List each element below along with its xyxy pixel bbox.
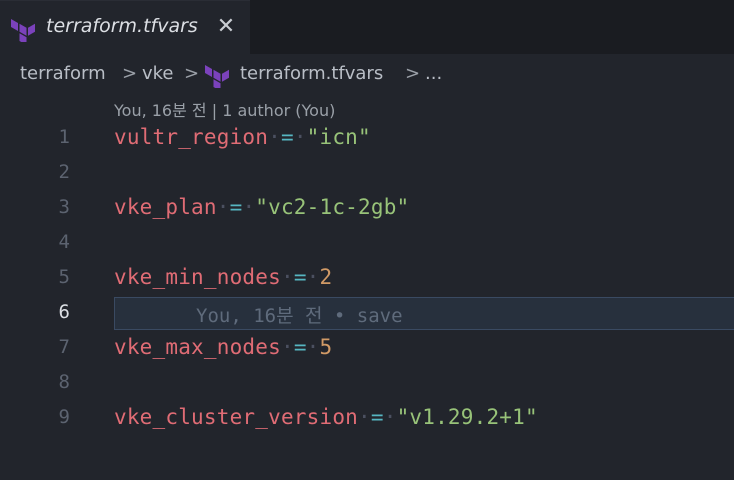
assign-operator: =	[293, 265, 307, 289]
tab-bar: terraform.tfvars ✕	[0, 0, 734, 54]
terraform-icon	[205, 65, 229, 88]
breadcrumb: terraform > vke > terraform.tfvars > ...	[0, 54, 734, 94]
code-line[interactable]: 2	[0, 157, 734, 192]
whitespace-marker: ·	[280, 335, 294, 359]
assign-operator: =	[229, 195, 243, 219]
code-line-current[interactable]: 6 You, 16분 전 • save	[0, 297, 734, 332]
code-line[interactable]: 4	[0, 227, 734, 262]
line-number: 4	[58, 231, 70, 253]
code-text: vke_max_nodes·=·5	[114, 335, 332, 359]
whitespace-marker: ·	[306, 335, 320, 359]
breadcrumb-item-terraform[interactable]: terraform	[20, 63, 106, 84]
line-number: 3	[58, 196, 70, 218]
number-value: 5	[319, 335, 333, 359]
variable-name: vke_plan	[114, 195, 217, 219]
inline-blame-annotation: You, 16분 전 • save	[196, 305, 403, 327]
close-icon[interactable]: ✕	[214, 14, 238, 40]
code-text: vultr_region·=·"icn"	[114, 125, 371, 149]
code-line[interactable]: 8	[0, 367, 734, 402]
line-number: 7	[58, 336, 70, 358]
whitespace-marker: ·	[383, 405, 397, 429]
number-value: 2	[319, 265, 333, 289]
whitespace-marker: ·	[293, 125, 307, 149]
whitespace-marker: ·	[306, 265, 320, 289]
line-number: 5	[58, 266, 70, 288]
code-line[interactable]: 9 vke_cluster_version·=·"v1.29.2+1"	[0, 402, 734, 437]
breadcrumb-separator: >	[122, 63, 138, 84]
assign-operator: =	[293, 335, 307, 359]
code-text: vke_cluster_version·=·"v1.29.2+1"	[114, 405, 538, 429]
line-number: 2	[58, 161, 70, 183]
line-number: 8	[58, 371, 70, 393]
variable-name: vke_cluster_version	[114, 405, 359, 429]
line-number: 1	[58, 126, 70, 148]
string-value: "icn"	[306, 125, 371, 149]
line-number: 9	[58, 406, 70, 428]
git-blame-codelens[interactable]: You, 16분 전 | 1 author (You)	[114, 97, 335, 121]
whitespace-marker: ·	[268, 125, 281, 149]
variable-name: vke_max_nodes	[114, 335, 281, 359]
code-text: vke_min_nodes·=·2	[114, 265, 332, 289]
breadcrumb-separator: >	[405, 63, 421, 84]
variable-name: vke_min_nodes	[114, 265, 281, 289]
whitespace-marker: ·	[358, 405, 371, 429]
variable-name: vultr_region	[114, 125, 269, 149]
breadcrumb-item-symbols[interactable]: ...	[425, 63, 442, 84]
tab-title: terraform.tfvars	[46, 15, 198, 37]
code-line[interactable]: 3 vke_plan·=·"vc2-1c-2gb"	[0, 192, 734, 227]
editor-tab-terraform-tfvars[interactable]: terraform.tfvars ✕	[0, 0, 250, 54]
string-value: "v1.29.2+1"	[396, 405, 538, 429]
whitespace-marker: ·	[280, 265, 294, 289]
code-line[interactable]: 5 vke_min_nodes·=·2	[0, 262, 734, 297]
code-line[interactable]: 1 vultr_region·=·"icn"	[0, 122, 734, 157]
string-value: "vc2-1c-2gb"	[255, 195, 410, 219]
line-number-active: 6	[58, 301, 70, 323]
breadcrumb-item-vke[interactable]: vke	[142, 63, 174, 84]
breadcrumb-separator: >	[184, 63, 200, 84]
terraform-icon	[11, 19, 35, 42]
code-text: vke_plan·=·"vc2-1c-2gb"	[114, 195, 409, 219]
whitespace-marker: ·	[216, 195, 230, 219]
whitespace-marker: ·	[242, 195, 256, 219]
breadcrumb-item-file[interactable]: terraform.tfvars	[240, 63, 383, 84]
assign-operator: =	[370, 405, 384, 429]
code-line[interactable]: 7 vke_max_nodes·=·5	[0, 332, 734, 367]
assign-operator: =	[280, 125, 294, 149]
